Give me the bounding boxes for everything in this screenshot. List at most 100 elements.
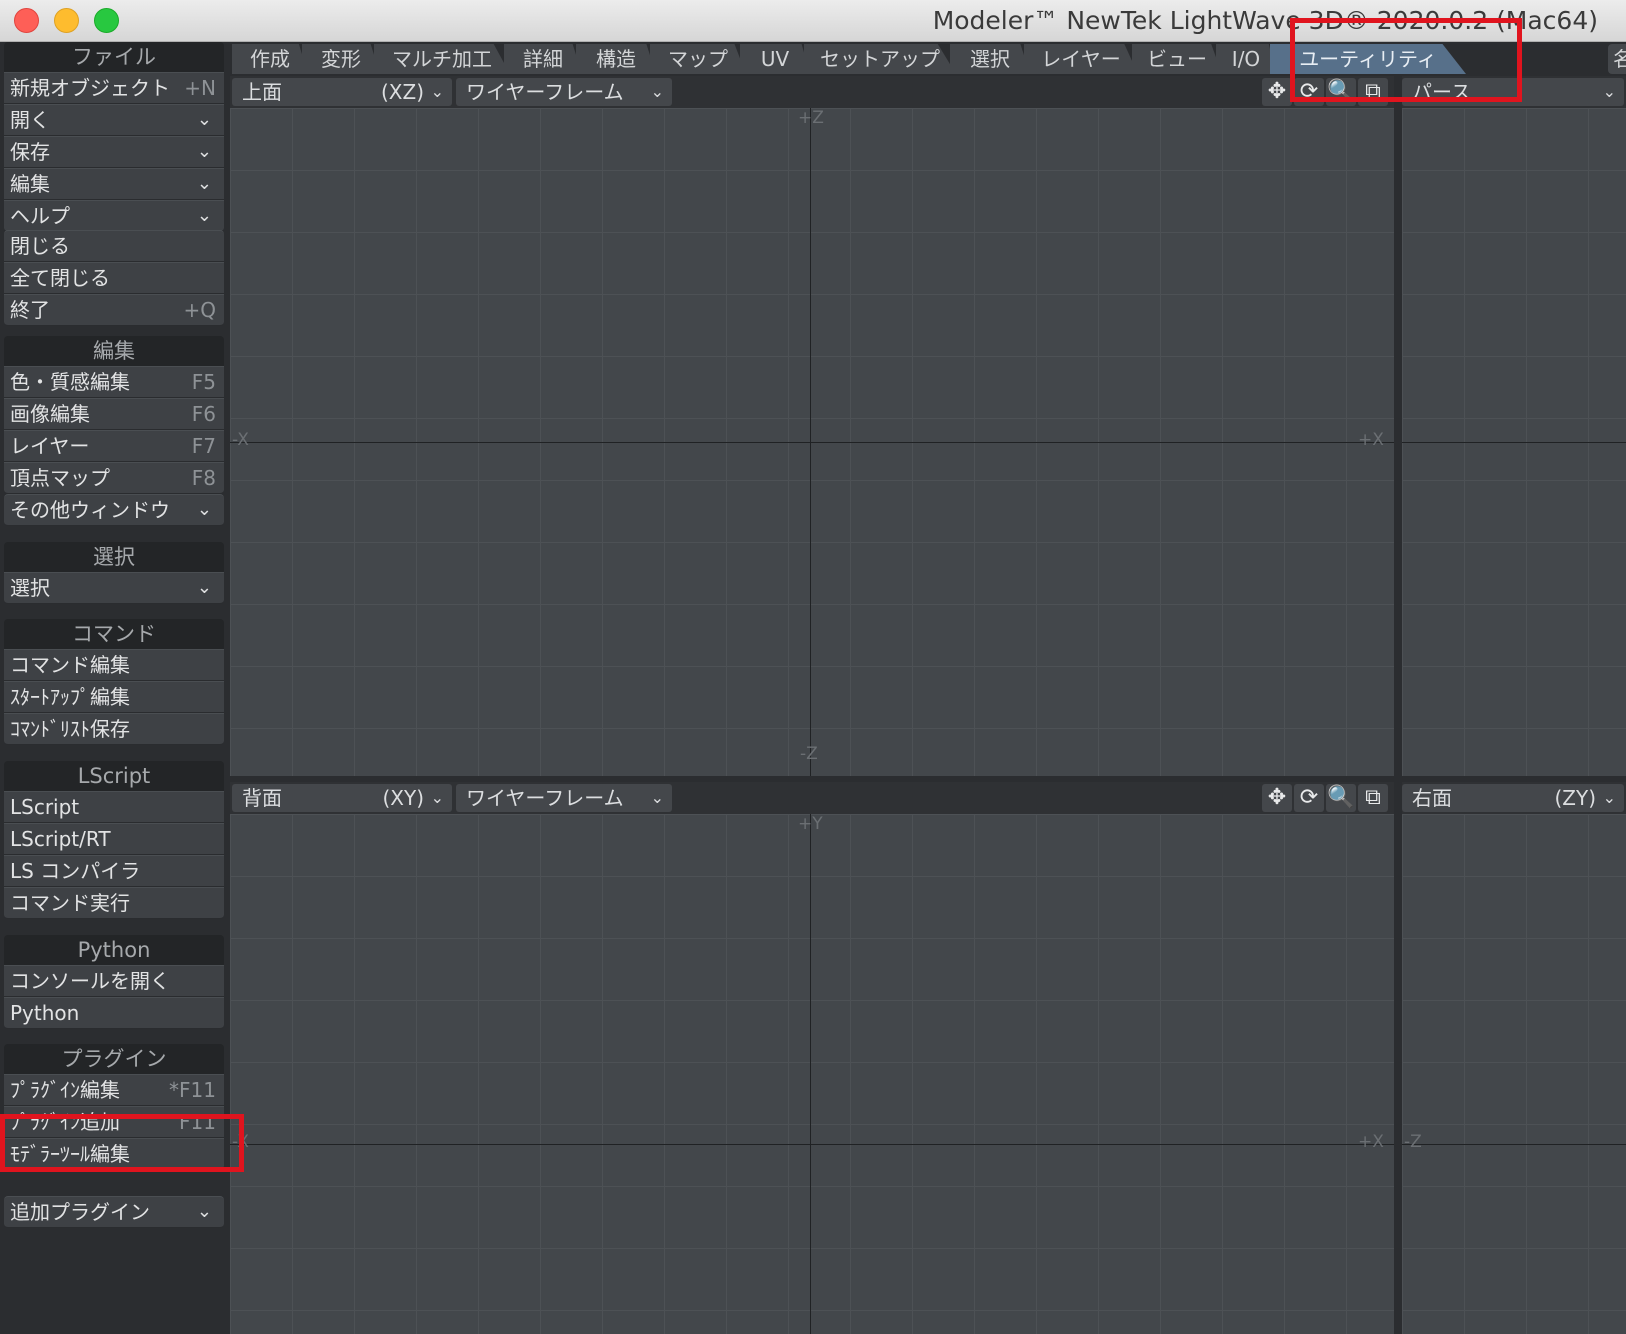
open-menu[interactable]: 開く ⌄ bbox=[4, 104, 224, 136]
edit-plugins-button[interactable]: ﾌﾟﾗｸﾞｲﾝ編集 *F11 bbox=[4, 1074, 224, 1106]
additional-plugins-menu[interactable]: 追加プラグイン ⌄ bbox=[4, 1196, 224, 1228]
y-axis-line bbox=[810, 814, 811, 1334]
axis-label-plus-z: +Z bbox=[798, 108, 824, 128]
tab-multiply[interactable]: マルチ加工 bbox=[374, 44, 510, 74]
new-object-button[interactable]: 新規オブジェクト +N bbox=[4, 72, 224, 104]
select-group-header: 選択 bbox=[4, 542, 224, 572]
move-view-icon[interactable]: ✥ bbox=[1262, 784, 1292, 812]
command-group-header: コマンド bbox=[4, 619, 224, 649]
minimize-window-button[interactable] bbox=[54, 8, 79, 33]
chevron-down-icon: ⌄ bbox=[196, 499, 212, 520]
save-menu[interactable]: 保存 ⌄ bbox=[4, 136, 224, 168]
close-button[interactable]: 閉じる bbox=[4, 230, 224, 262]
help-menu[interactable]: ヘルプ ⌄ bbox=[4, 200, 224, 232]
tab-select[interactable]: 選択 bbox=[950, 44, 1030, 74]
render-mode-select[interactable]: ワイヤーフレーム ⌄ bbox=[456, 784, 672, 812]
surface-editor-button[interactable]: 色・質感編集 F5 bbox=[4, 366, 224, 398]
chevron-down-icon: ⌄ bbox=[650, 788, 664, 807]
layers-button[interactable]: レイヤー F7 bbox=[4, 430, 224, 462]
tab-create[interactable]: 作成 bbox=[232, 44, 308, 74]
viewport-perspective[interactable]: パース ⌄ bbox=[1402, 76, 1626, 776]
view-type-select[interactable]: 背面 (XY) ⌄ bbox=[232, 784, 452, 812]
tab-map[interactable]: マップ bbox=[650, 44, 746, 74]
other-windows-menu[interactable]: その他ウィンドウ ⌄ bbox=[4, 494, 224, 526]
other-windows-group: その他ウィンドウ ⌄ bbox=[4, 494, 224, 526]
viewport-top[interactable]: 上面 (XZ) ⌄ ワイヤーフレーム ⌄ ✥ ⟳ 🔍 ⧉ +Z -Z -X +X bbox=[230, 76, 1394, 776]
chevron-down-icon: ⌄ bbox=[430, 788, 444, 807]
highlight-utility-tab bbox=[1290, 18, 1522, 102]
viewport-divider-vertical[interactable] bbox=[1394, 76, 1402, 1334]
quit-button[interactable]: 終了 +Q bbox=[4, 294, 224, 326]
tab-view[interactable]: ビュー bbox=[1132, 44, 1222, 74]
lscript-group: LScript LScript LScript/RT LS コンパイラ コマンド… bbox=[4, 761, 224, 919]
additional-plugins-group: 追加プラグイン ⌄ bbox=[4, 1196, 224, 1228]
axis-label-plus-x: +X bbox=[1358, 1132, 1384, 1152]
chevron-down-icon: ⌄ bbox=[196, 205, 212, 226]
chevron-down-icon: ⌄ bbox=[196, 109, 212, 130]
chevron-down-icon: ⌄ bbox=[196, 173, 212, 194]
viewport-grid[interactable] bbox=[1402, 814, 1626, 1334]
tab-construct[interactable]: 構造 bbox=[576, 44, 656, 74]
view-type-select[interactable]: 右面 (ZY) ⌄ bbox=[1402, 784, 1624, 812]
tab-modify[interactable]: 変形 bbox=[302, 44, 380, 74]
edit-menu[interactable]: 編集 ⌄ bbox=[4, 168, 224, 200]
rotate-view-icon[interactable]: ⟳ bbox=[1294, 784, 1324, 812]
zoom-view-icon[interactable]: 🔍 bbox=[1326, 784, 1356, 812]
python-button[interactable]: Python bbox=[4, 997, 224, 1029]
chevron-down-icon: ⌄ bbox=[650, 82, 664, 101]
vertex-map-button[interactable]: 頂点マップ F8 bbox=[4, 462, 224, 494]
edit-group-header: 編集 bbox=[4, 336, 224, 366]
lscript-rt-button[interactable]: LScript/RT bbox=[4, 823, 224, 855]
move-view-icon[interactable]: ✥ bbox=[1262, 78, 1292, 106]
file-group-header: ファイル bbox=[4, 42, 224, 72]
file-group-2: 閉じる 全て閉じる 終了 +Q bbox=[4, 230, 224, 326]
chevron-down-icon: ⌄ bbox=[196, 141, 212, 162]
tab-extra[interactable]: 名 bbox=[1608, 44, 1626, 74]
tab-layer[interactable]: レイヤー bbox=[1024, 44, 1138, 74]
tab-setup[interactable]: セットアップ bbox=[804, 44, 956, 74]
axis-label-plus-y: +Y bbox=[798, 814, 823, 834]
plugin-group-header: プラグイン bbox=[4, 1044, 224, 1074]
viewport-back-header: 背面 (XY) ⌄ ワイヤーフレーム ⌄ ✥ ⟳ 🔍 ⧉ bbox=[230, 782, 1394, 814]
z-axis-line bbox=[1402, 1144, 1626, 1145]
zoom-window-button[interactable] bbox=[94, 8, 119, 33]
file-group: ファイル 新規オブジェクト +N 開く ⌄ 保存 ⌄ 編集 ⌄ ヘルプ ⌄ bbox=[4, 42, 224, 232]
chevron-down-icon: ⌄ bbox=[1602, 82, 1616, 101]
edit-startup-button[interactable]: ｽﾀｰﾄｱｯﾌﾟ編集 bbox=[4, 681, 224, 713]
horizon-line bbox=[1402, 442, 1626, 443]
close-all-button[interactable]: 全て閉じる bbox=[4, 262, 224, 294]
edit-commands-button[interactable]: コマンド編集 bbox=[4, 649, 224, 681]
chevron-down-icon: ⌄ bbox=[430, 82, 444, 101]
lscript-button[interactable]: LScript bbox=[4, 791, 224, 823]
render-mode-select[interactable]: ワイヤーフレーム ⌄ bbox=[456, 78, 672, 106]
viewport-top-header: 上面 (XZ) ⌄ ワイヤーフレーム ⌄ ✥ ⟳ 🔍 ⧉ bbox=[230, 76, 1394, 108]
open-console-button[interactable]: コンソールを開く bbox=[4, 965, 224, 997]
run-command-button[interactable]: コマンド実行 bbox=[4, 887, 224, 919]
highlight-add-plugins bbox=[0, 1114, 244, 1172]
tab-io[interactable]: I/O bbox=[1216, 44, 1276, 74]
lscript-group-header: LScript bbox=[4, 761, 224, 791]
axis-label-minus-z: -Z bbox=[800, 744, 818, 764]
edit-group: 編集 色・質感編集 F5 画像編集 F6 レイヤー F7 頂点マップ F8 bbox=[4, 336, 224, 494]
viewport-right[interactable]: 右面 (ZY) ⌄ -Z bbox=[1402, 782, 1626, 1334]
tab-detail[interactable]: 詳細 bbox=[504, 44, 582, 74]
select-group: 選択 選択 ⌄ bbox=[4, 542, 224, 604]
axis-label-minus-x: -X bbox=[232, 430, 249, 450]
view-type-select[interactable]: 上面 (XZ) ⌄ bbox=[232, 78, 452, 106]
python-group: Python コンソールを開く Python bbox=[4, 935, 224, 1029]
close-window-button[interactable] bbox=[14, 8, 39, 33]
viewport-grid[interactable] bbox=[230, 814, 1394, 1334]
select-menu[interactable]: 選択 ⌄ bbox=[4, 572, 224, 604]
chevron-down-icon: ⌄ bbox=[1602, 788, 1616, 807]
x-axis-line bbox=[230, 1144, 1394, 1145]
viewport-right-header: 右面 (ZY) ⌄ bbox=[1402, 782, 1626, 814]
viewport-back[interactable]: 背面 (XY) ⌄ ワイヤーフレーム ⌄ ✥ ⟳ 🔍 ⧉ +Y -X +X bbox=[230, 782, 1394, 1334]
save-command-list-button[interactable]: ｺﾏﾝﾄﾞﾘｽﾄ保存 bbox=[4, 713, 224, 745]
image-editor-button[interactable]: 画像編集 F6 bbox=[4, 398, 224, 430]
x-axis-line bbox=[230, 442, 1394, 443]
chevron-down-icon: ⌄ bbox=[196, 1201, 212, 1222]
python-group-header: Python bbox=[4, 935, 224, 965]
tab-uv[interactable]: UV bbox=[740, 44, 810, 74]
maximize-view-icon[interactable]: ⧉ bbox=[1358, 784, 1388, 812]
ls-compiler-button[interactable]: LS コンパイラ bbox=[4, 855, 224, 887]
